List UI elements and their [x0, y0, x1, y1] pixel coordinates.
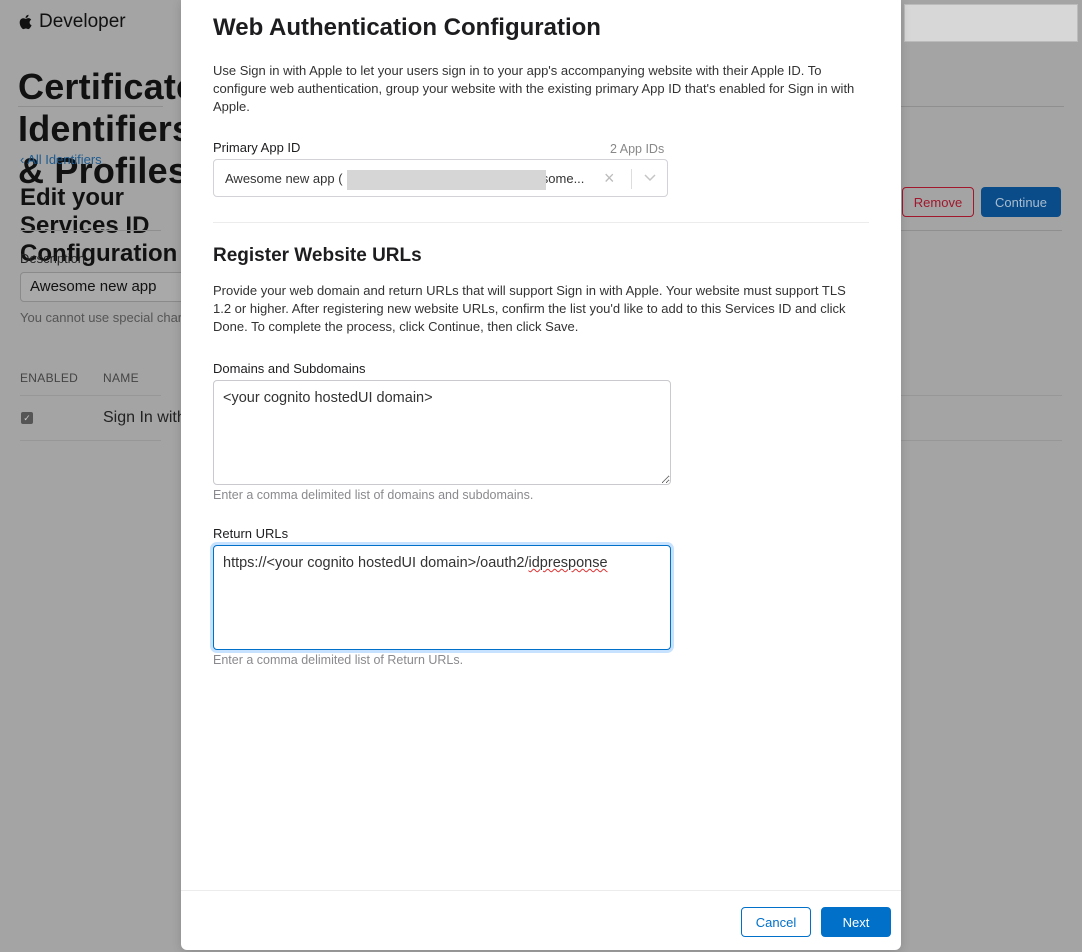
primary-app-id-select[interactable]: Awesome new app (esome... ×	[213, 159, 668, 197]
capability-name: Sign In with Apple	[103, 409, 181, 426]
return-url-text: https://<your cognito hostedUI domain>/o…	[223, 555, 529, 571]
column-header-name: NAME	[103, 371, 139, 385]
checkmark-icon: ✓	[23, 413, 31, 423]
developer-logo[interactable]: Developer	[18, 11, 126, 33]
divider	[901, 230, 1062, 231]
chevron-down-icon[interactable]	[643, 170, 657, 184]
enabled-checkbox[interactable]: ✓	[21, 412, 33, 424]
continue-button[interactable]: Continue	[981, 187, 1061, 217]
section-divider	[213, 222, 869, 223]
divider	[901, 395, 1062, 396]
divider	[20, 230, 161, 231]
redacted-region	[347, 170, 546, 190]
apple-logo-icon	[19, 14, 32, 30]
next-button[interactable]: Next	[821, 907, 891, 937]
cancel-button[interactable]: Cancel	[741, 907, 811, 937]
app-id-count: 2 App IDs	[610, 142, 665, 156]
background-left-content: Developer Certificates, Identifiers & Pr…	[0, 0, 181, 952]
register-heading: Register Website URLs	[213, 245, 422, 266]
column-header-enabled: ENABLED	[20, 371, 79, 385]
divider	[901, 106, 1064, 107]
search-input[interactable]	[904, 4, 1078, 42]
return-urls-textarea[interactable]: https://<your cognito hostedUI domain>/o…	[213, 545, 671, 650]
select-separator	[631, 169, 632, 189]
divider	[20, 395, 161, 396]
domains-label: Domains and Subdomains	[213, 361, 366, 376]
footer-divider	[181, 890, 901, 891]
description-input[interactable]: Awesome new app	[20, 272, 181, 302]
description-label: Description	[20, 251, 86, 266]
clear-icon[interactable]: ×	[604, 168, 615, 189]
spellcheck-flagged-word: idpresponse	[528, 555, 608, 571]
all-identifiers-link[interactable]: ‹ All Identifiers	[20, 152, 102, 167]
domains-help: Enter a comma delimited list of domains …	[213, 488, 534, 502]
domains-textarea[interactable]: <your cognito hostedUI domain>	[213, 380, 671, 485]
modal-intro: Use Sign in with Apple to let your users…	[213, 63, 855, 114]
selected-app-id-prefix: Awesome new app (	[225, 170, 343, 186]
web-auth-config-modal: Web Authentication Configuration Use Sig…	[181, 0, 901, 950]
primary-app-id-label: Primary App ID	[213, 140, 301, 155]
page-title: Certificates, Identifiers & Profiles	[18, 66, 181, 191]
register-description: Provide your web domain and return URLs …	[213, 283, 846, 334]
divider	[20, 440, 161, 441]
return-urls-label: Return URLs	[213, 526, 289, 541]
return-urls-help: Enter a comma delimited list of Return U…	[213, 653, 464, 667]
brand-label: Developer	[39, 11, 126, 32]
divider	[901, 440, 1062, 441]
description-help: You cannot use special characters such a…	[20, 310, 181, 325]
divider	[18, 106, 163, 107]
remove-button[interactable]: Remove	[902, 187, 974, 217]
modal-title: Web Authentication Configuration	[213, 14, 601, 41]
